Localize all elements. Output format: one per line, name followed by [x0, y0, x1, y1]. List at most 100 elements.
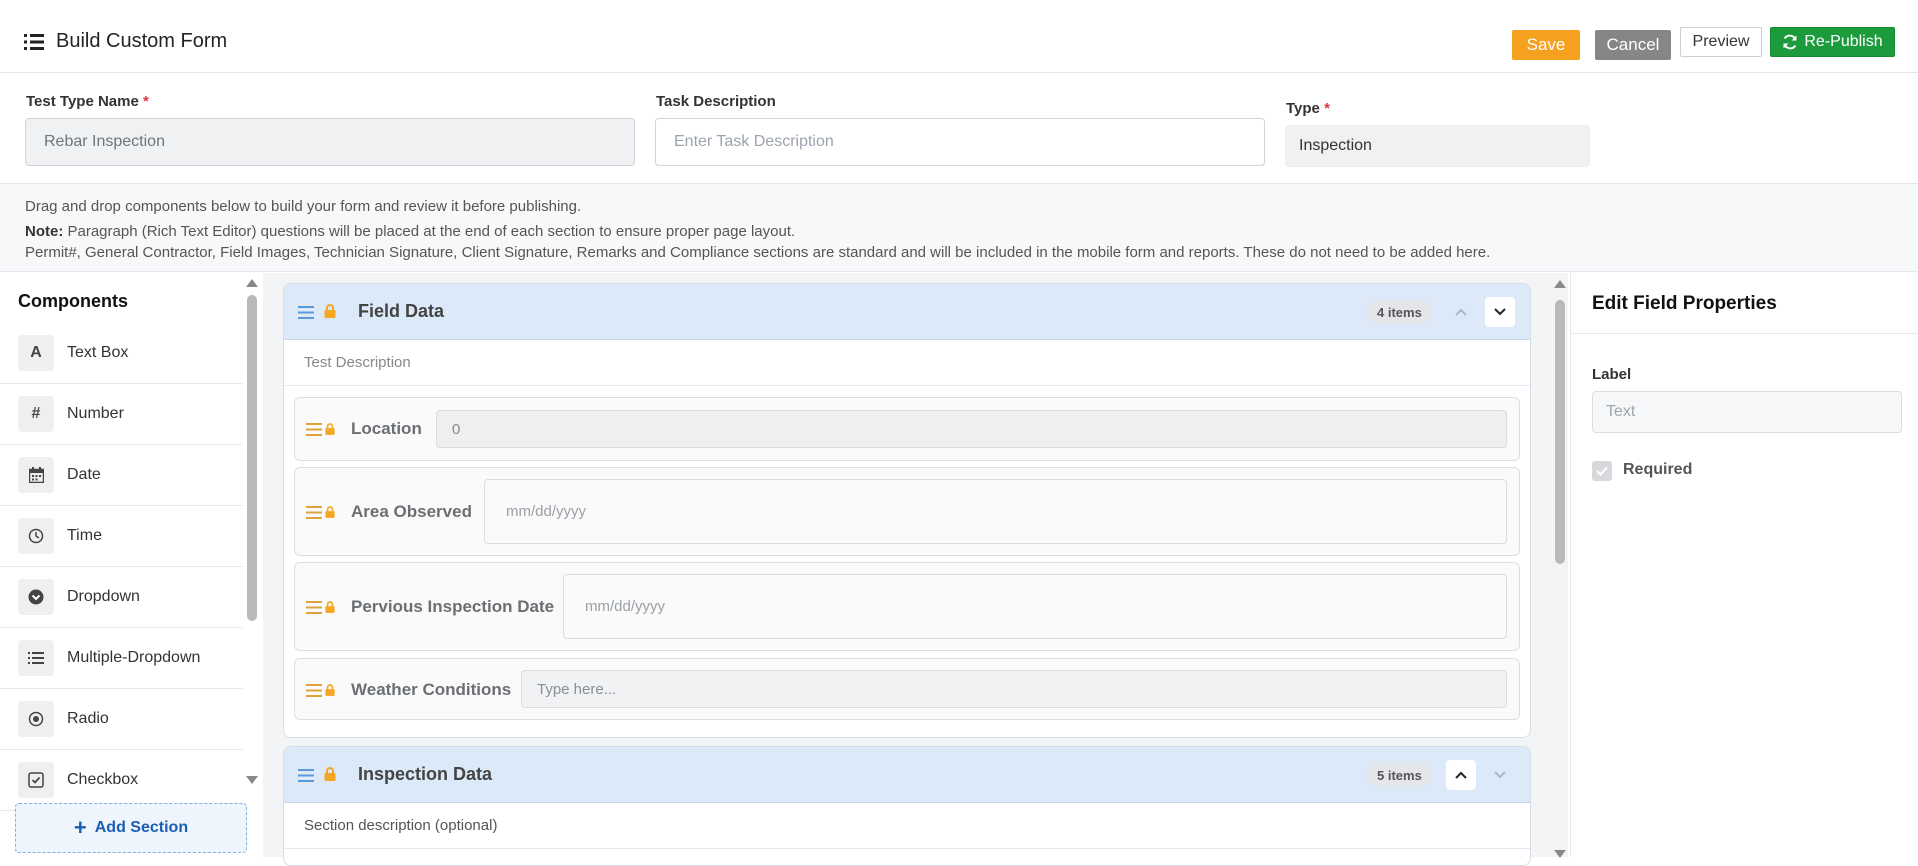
divider [1571, 333, 1918, 334]
components-scrollbar[interactable] [247, 295, 257, 621]
required-label: Required [1623, 461, 1693, 478]
previous-inspection-date-input[interactable]: mm/dd/yyyy [563, 574, 1507, 639]
location-input[interactable]: 0 [436, 410, 1507, 448]
edit-field-properties-panel: Edit Field Properties Label Text Require… [1570, 273, 1918, 857]
component-label: Text Box [67, 344, 129, 361]
component-multiple-dropdown[interactable]: Multiple-Dropdown [0, 628, 243, 689]
test-type-name-input[interactable]: Rebar Inspection [25, 118, 635, 166]
question-card-location[interactable]: Location 0 [294, 397, 1520, 461]
calendar-icon [18, 457, 54, 493]
preview-button[interactable]: Preview [1680, 27, 1762, 57]
lock-icon [325, 601, 335, 613]
question-card-area-observed[interactable]: Area Observed mm/dd/yyyy [294, 467, 1520, 556]
drag-handle-icon[interactable] [306, 506, 322, 519]
section-description[interactable]: Section description (optional) [284, 803, 1530, 849]
collapse-button[interactable] [1446, 760, 1476, 790]
cancel-button[interactable]: Cancel [1595, 30, 1671, 60]
question-card-weather-conditions[interactable]: Weather Conditions Type here... [294, 658, 1520, 720]
section-description[interactable]: Test Description [284, 340, 1530, 386]
section-header[interactable]: Inspection Data 5 items [284, 747, 1530, 803]
list-icon [24, 33, 44, 50]
expand-button[interactable] [1485, 297, 1515, 327]
lock-icon [324, 304, 336, 318]
area-observed-date-input[interactable]: mm/dd/yyyy [484, 479, 1507, 544]
type-select[interactable]: Inspection [1285, 125, 1590, 167]
task-description-input[interactable]: Enter Task Description [655, 118, 1265, 166]
collapse-button[interactable] [1446, 297, 1476, 327]
properties-title: Edit Field Properties [1592, 293, 1777, 314]
save-button[interactable]: Save [1512, 30, 1580, 60]
components-panel: Components A Text Box # Number Date Time… [0, 273, 262, 857]
expand-button[interactable] [1485, 760, 1515, 790]
section-title: Inspection Data [358, 764, 493, 784]
component-dropdown[interactable]: Dropdown [0, 567, 243, 628]
section-header[interactable]: Field Data 4 items [284, 284, 1530, 340]
component-label: Time [67, 527, 102, 544]
info-standard-sections: Permit#, General Contractor, Field Image… [25, 244, 1491, 261]
component-checkbox[interactable]: Checkbox [0, 750, 243, 811]
radio-icon [18, 701, 54, 737]
section-title: Field Data [358, 301, 445, 321]
component-number[interactable]: # Number [0, 384, 243, 445]
note-label: Note: [25, 223, 64, 240]
info-note: Note: Paragraph (Rich Text Editor) quest… [25, 223, 795, 240]
required-checkbox[interactable] [1592, 461, 1612, 481]
component-radio[interactable]: Radio [0, 689, 243, 750]
chevron-circle-icon [18, 579, 54, 615]
clock-icon [18, 518, 54, 554]
section-field-data: Field Data 4 items Test Description Loca… [283, 283, 1531, 738]
required-mark: * [143, 93, 149, 110]
builder-scrollbar[interactable] [1555, 300, 1565, 564]
plus-icon: + [73, 815, 87, 840]
add-section-label: Add Section [94, 819, 189, 836]
component-label: Date [67, 466, 101, 483]
question-card-previous-inspection-date[interactable]: Pervious Inspection Date mm/dd/yyyy [294, 562, 1520, 651]
items-count-badge: 4 items [1367, 300, 1432, 324]
drag-handle-icon[interactable] [306, 601, 322, 614]
republish-label: Re-Publish [1804, 33, 1883, 50]
scroll-down-arrow[interactable] [246, 776, 258, 784]
component-label: Number [67, 405, 124, 422]
scroll-up-arrow[interactable] [246, 279, 258, 287]
lock-icon [324, 767, 336, 781]
info-band: Drag and drop components below to build … [0, 183, 1918, 272]
chevron-up-icon [1455, 308, 1467, 316]
page-title-group: Build Custom Form [24, 30, 227, 53]
drag-handle-icon[interactable] [306, 423, 322, 436]
check-icon [1596, 466, 1608, 476]
components-title: Components [18, 291, 128, 311]
component-label: Radio [67, 710, 109, 727]
lock-icon [325, 423, 335, 435]
type-label: Type * [1286, 100, 1330, 117]
republish-button[interactable]: Re-Publish [1770, 27, 1895, 57]
component-label: Dropdown [67, 588, 140, 605]
test-type-name-label-text: Test Type Name [26, 93, 139, 110]
weather-conditions-input[interactable]: Type here... [521, 670, 1507, 708]
lock-icon [325, 506, 335, 518]
drag-handle-icon[interactable] [298, 306, 314, 319]
question-label: Pervious Inspection Date [351, 597, 555, 616]
add-section-button[interactable]: + Add Section [15, 803, 247, 853]
label-input[interactable]: Text [1592, 391, 1902, 433]
component-label: Checkbox [67, 771, 139, 788]
question-label: Area Observed [351, 502, 472, 521]
hash-icon: # [18, 396, 54, 432]
lock-icon [325, 684, 335, 696]
component-text-box[interactable]: A Text Box [0, 323, 243, 384]
text-icon: A [18, 335, 54, 371]
question-label: Weather Conditions [351, 680, 512, 699]
task-description-label: Task Description [656, 93, 776, 110]
builder-scroll-up-arrow[interactable] [1554, 280, 1566, 288]
type-label-text: Type [1286, 100, 1320, 117]
items-count-badge: 5 items [1367, 763, 1432, 787]
chevron-up-icon [1455, 771, 1467, 779]
chevron-down-icon [1494, 771, 1506, 779]
drag-handle-icon[interactable] [306, 684, 322, 697]
component-label: Multiple-Dropdown [67, 649, 201, 666]
refresh-icon [1783, 34, 1797, 50]
component-date[interactable]: Date [0, 445, 243, 506]
drag-handle-icon[interactable] [298, 769, 314, 782]
checkbox-icon [18, 762, 54, 798]
info-instructions: Drag and drop components below to build … [25, 198, 582, 215]
component-time[interactable]: Time [0, 506, 243, 567]
